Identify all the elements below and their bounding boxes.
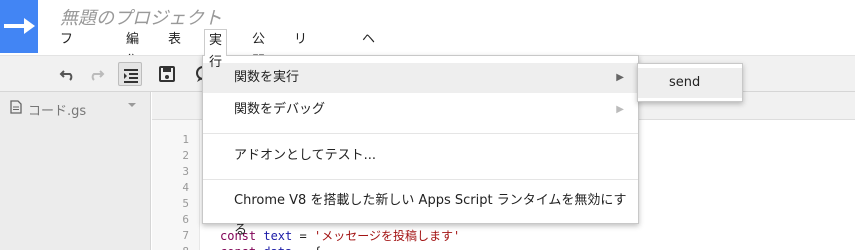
code-line-7: const text = 'メッセージを投稿します' — [220, 228, 460, 244]
code-identifier: data — [263, 245, 292, 250]
project-title[interactable]: 無題のプロジェクト — [60, 4, 222, 30]
menu-item-label: 関数をデバッグ — [234, 102, 326, 117]
menu-item-label: アドオンとしてテスト... — [234, 148, 377, 163]
line-number: 7 — [182, 229, 189, 242]
indent-button[interactable] — [118, 62, 142, 86]
line-number: 2 — [182, 149, 189, 162]
menu-divider — [203, 133, 638, 134]
menu-item-disable-v8-runtime[interactable]: Chrome V8 を搭載した新しい Apps Script ランタイムを無効に… — [203, 186, 638, 238]
undo-icon — [59, 70, 73, 81]
apps-script-logo[interactable] — [0, 0, 38, 53]
menu-item-debug-function[interactable]: 関数をデバッグ ▶ — [203, 95, 638, 125]
line-number: 4 — [182, 181, 189, 194]
menu-view[interactable]: 表示 — [164, 29, 185, 69]
line-number: 6 — [182, 213, 189, 226]
menu-item-run-function[interactable]: 関数を実行 ▶ — [203, 63, 638, 93]
code-brace: { — [314, 245, 321, 250]
code-string: 'メッセージを投稿します' — [313, 229, 461, 243]
run-function-submenu: send — [637, 63, 743, 102]
code-operator: = — [299, 229, 307, 243]
code-identifier: text — [263, 229, 293, 243]
menu-divider — [203, 179, 638, 180]
run-menu-dropdown: 関数を実行 ▶ 関数をデバッグ ▶ アドオンとしてテスト... Chrome V… — [202, 55, 639, 238]
menu-item-label: 関数を実行 — [234, 70, 300, 85]
submenu-arrow-icon: ▶ — [616, 72, 624, 83]
menu-run[interactable]: 実行 — [204, 29, 228, 70]
redo-icon — [91, 70, 105, 81]
file-sidebar: コード.gs — [0, 92, 151, 250]
line-number: 3 — [182, 165, 189, 178]
file-item[interactable]: コード.gs — [0, 92, 150, 124]
code-operator: = — [300, 245, 307, 250]
arrow-right-icon — [4, 18, 35, 34]
chevron-down-icon[interactable] — [127, 101, 137, 109]
menu-resources[interactable]: リソース — [290, 29, 311, 113]
line-number: 1 — [182, 133, 189, 146]
submenu-arrow-icon: ▶ — [616, 104, 624, 115]
undo-button[interactable] — [56, 62, 80, 86]
menu-help[interactable]: ヘルプ — [358, 29, 379, 91]
save-button[interactable] — [155, 62, 179, 86]
file-name: コード.gs — [28, 104, 87, 119]
line-number: 8 — [182, 244, 189, 250]
menu-publish[interactable]: 公開 — [248, 29, 269, 69]
submenu-item-send[interactable]: send — [638, 68, 742, 98]
menu-file[interactable]: ファイル — [56, 29, 77, 113]
line-number-gutter: 1 2 3 4 5 6 7 8 — [152, 120, 200, 250]
indent-icon — [124, 69, 138, 83]
save-icon — [159, 66, 175, 82]
file-icon — [10, 100, 22, 114]
line-number: 5 — [182, 197, 189, 210]
redo-button[interactable] — [84, 62, 108, 86]
header: 無題のプロジェクト ファイル 編集 表示 実行 公開 リソース ヘルプ — [0, 0, 855, 113]
menu-edit[interactable]: 編集 — [122, 29, 143, 69]
menu-item-test-as-addon[interactable]: アドオンとしてテスト... — [203, 141, 638, 171]
